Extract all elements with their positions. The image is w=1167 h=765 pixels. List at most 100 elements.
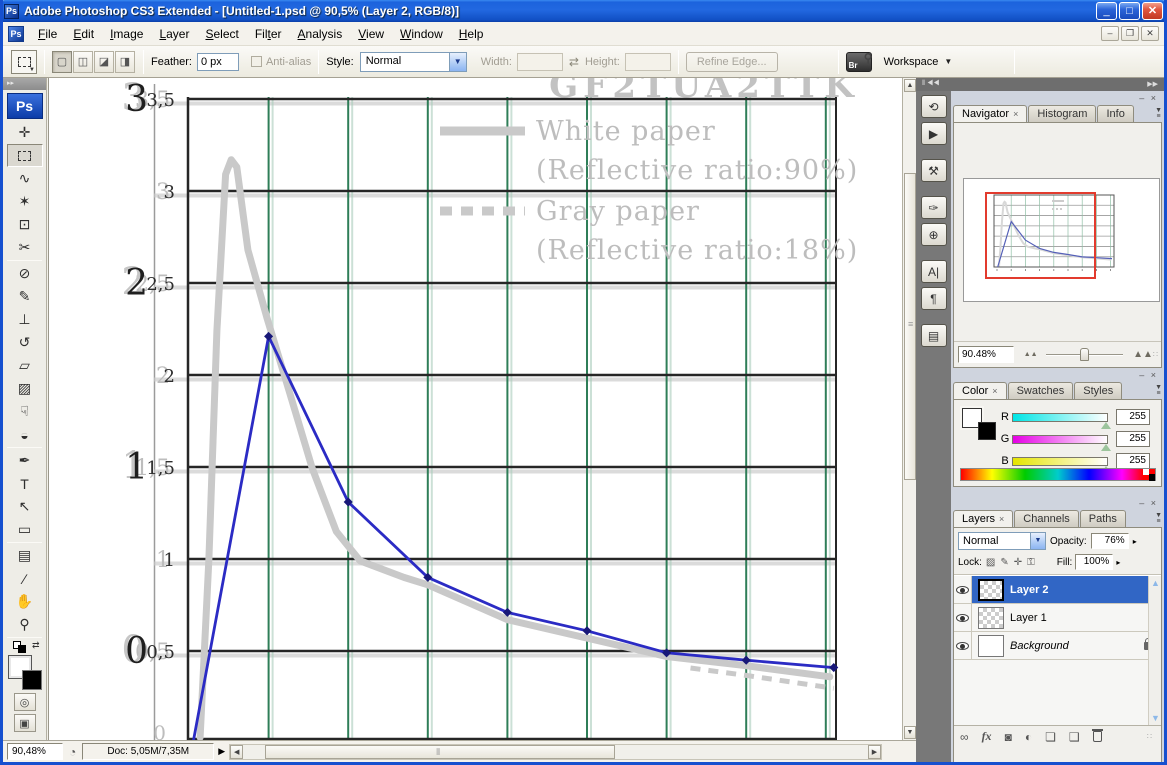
document-size-info[interactable]: Doc: 5,05M/7,35M <box>82 743 214 760</box>
zoom-in-icon[interactable]: ▲▲ <box>1133 350 1153 360</box>
tab-color[interactable]: Color× <box>953 382 1007 399</box>
maximize-button[interactable]: □ <box>1119 2 1140 20</box>
toolbar-collapse-handle[interactable]: ▸▸ <box>3 78 46 90</box>
scroll-right-icon[interactable]: ▶ <box>868 745 881 759</box>
default-colors-widget[interactable]: ⇄ <box>7 640 43 654</box>
history-panel-icon[interactable]: ⟲ <box>921 95 947 118</box>
layer-thumbnail[interactable] <box>978 579 1004 601</box>
layer-comps-panel-icon[interactable]: ▤ <box>921 324 947 347</box>
navigator-zoom-field[interactable]: 90.48% <box>958 346 1014 363</box>
subtract-selection-button[interactable]: ◪ <box>94 51 114 73</box>
status-flyout-icon[interactable]: ▶ <box>218 746 225 757</box>
layer-row-background[interactable]: Background <box>954 632 1161 660</box>
color-spectrum-ramp[interactable] <box>960 468 1156 481</box>
menu-select[interactable]: Select <box>197 24 246 44</box>
chevron-down-icon[interactable]: ▼ <box>1030 533 1045 549</box>
menu-layer[interactable]: Layer <box>151 24 197 44</box>
actions-panel-icon[interactable]: ▶ <box>921 122 947 145</box>
black-swatch[interactable] <box>1149 474 1155 481</box>
tab-swatches[interactable]: Swatches <box>1008 382 1074 399</box>
layer-thumbnail[interactable] <box>978 607 1004 629</box>
document-canvas[interactable]: GF2TUA2TTK3,53,5332,52,5221,51,5110,50,5… <box>48 78 902 740</box>
lock-pixels-icon[interactable]: ✎ <box>1000 557 1008 568</box>
layer-row-layer-2[interactable]: Layer 2 <box>954 576 1161 604</box>
eraser-tool[interactable]: ▱ <box>7 354 43 377</box>
resize-grip-icon[interactable]: ∷ <box>1153 350 1159 359</box>
intersect-selection-button[interactable]: ◨ <box>115 51 135 73</box>
dock-header[interactable]: ⦀ ◀◀ ▶▶ <box>916 78 1164 91</box>
menu-analysis[interactable]: Analysis <box>290 24 351 44</box>
tab-paths[interactable]: Paths <box>1080 510 1126 527</box>
zoom-tool[interactable]: ⚲ <box>7 613 43 636</box>
lasso-tool[interactable]: ∿ <box>7 167 43 190</box>
menu-filter[interactable]: Filter <box>247 24 290 44</box>
menu-edit[interactable]: Edit <box>65 24 102 44</box>
zoom-out-icon[interactable]: ▲▲ <box>1024 350 1038 360</box>
hand-tool[interactable]: ✋ <box>7 590 43 613</box>
lock-transparency-icon[interactable]: ▨ <box>986 557 995 568</box>
color-panel-swatches[interactable] <box>962 408 998 442</box>
horizontal-scrollbar[interactable]: ◀ ▶ <box>229 744 882 760</box>
swap-colors-icon[interactable]: ⇄ <box>32 640 40 651</box>
close-icon[interactable]: × <box>992 386 997 396</box>
quick-mask-button[interactable]: ◎ <box>14 693 36 711</box>
tab-navigator[interactable]: Navigator× <box>953 105 1027 122</box>
scroll-up-icon[interactable]: ▲ <box>1151 578 1160 588</box>
collapse-dock-icon[interactable]: ⦀ ◀◀ <box>922 80 940 89</box>
rectangular-marquee-tool[interactable] <box>7 144 43 167</box>
doc-minimize-button[interactable]: – <box>1101 26 1119 41</box>
layer-row-layer-1[interactable]: Layer 1 <box>954 604 1161 632</box>
opacity-field[interactable]: 76% <box>1091 533 1129 549</box>
refine-edge-button[interactable]: Refine Edge... <box>686 52 778 72</box>
healing-brush-tool[interactable]: ⊘ <box>7 262 43 285</box>
minimize-button[interactable]: _ <box>1096 2 1117 20</box>
close-button[interactable]: ✕ <box>1142 2 1163 20</box>
workspace-menu[interactable]: Workspace ▼ <box>884 56 953 68</box>
brush-tool[interactable]: ✎ <box>7 285 43 308</box>
visibility-toggle[interactable] <box>954 632 972 659</box>
layer-name[interactable]: Background <box>1010 640 1069 652</box>
visibility-toggle[interactable] <box>954 604 972 631</box>
doc-close-button[interactable]: ✕ <box>1141 26 1159 41</box>
menu-view[interactable]: View <box>350 24 392 44</box>
vertical-scrollbar[interactable]: ▲ ▼ <box>902 78 916 740</box>
tab-layers[interactable]: Layers× <box>953 510 1013 527</box>
fill-field[interactable]: 100% <box>1075 554 1113 570</box>
panel-menu-icon[interactable]: ▼≡ <box>1155 385 1162 397</box>
gradient-tool[interactable]: ▨ <box>7 377 43 400</box>
notes-tool[interactable]: ▤ <box>7 544 43 567</box>
tab-histogram[interactable]: Histogram <box>1028 105 1096 122</box>
channel-value-field[interactable]: 255 <box>1116 409 1150 425</box>
eyedropper-tool[interactable]: ∕ <box>7 567 43 590</box>
paragraph-panel-icon[interactable]: ¶ <box>921 287 947 310</box>
horizontal-scroll-thumb[interactable] <box>265 745 615 759</box>
title-bar[interactable]: Ps Adobe Photoshop CS3 Extended - [Untit… <box>0 0 1167 22</box>
scroll-down-icon[interactable]: ▼ <box>904 726 916 739</box>
channel-value-field[interactable]: 255 <box>1116 431 1150 447</box>
doc-restore-button[interactable]: ❐ <box>1121 26 1139 41</box>
smudge-tool[interactable]: ☟ <box>7 400 43 423</box>
panel-window-buttons[interactable]: – × <box>953 93 1162 104</box>
new-selection-button[interactable]: ▢ <box>52 51 72 73</box>
brushes-panel-icon[interactable]: ✑ <box>921 196 947 219</box>
opacity-slider-icon[interactable]: ▸ <box>1133 537 1137 546</box>
tool-preset-picker[interactable]: ▼ <box>11 50 37 74</box>
close-icon[interactable]: × <box>1013 109 1018 119</box>
shape-tool[interactable]: ▭ <box>7 518 43 541</box>
link-layers-icon[interactable]: ∞ <box>960 730 969 744</box>
channel-slider[interactable] <box>1012 435 1108 444</box>
close-icon[interactable]: × <box>999 514 1004 524</box>
move-tool[interactable]: ✛ <box>7 121 43 144</box>
channel-slider[interactable] <box>1012 457 1108 466</box>
clone-stamp-tool[interactable]: ⊥ <box>7 308 43 331</box>
antialias-checkbox[interactable] <box>251 56 262 67</box>
height-input[interactable] <box>625 53 671 71</box>
layer-style-icon[interactable]: fx <box>982 729 992 744</box>
pen-tool[interactable]: ✒ <box>7 449 43 472</box>
zoom-level-field[interactable]: 90,48% <box>7 743 63 760</box>
background-color-swatch[interactable] <box>978 422 996 440</box>
tab-info[interactable]: Info <box>1097 105 1133 122</box>
expand-dock-icon[interactable]: ▶▶ <box>1147 80 1158 89</box>
swap-dimensions-icon[interactable]: ⇄ <box>569 55 579 69</box>
style-select[interactable]: Normal ▼ <box>360 52 467 72</box>
